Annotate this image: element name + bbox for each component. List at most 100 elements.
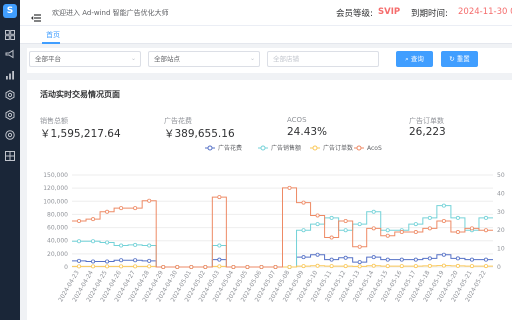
y-left-tick-label: 0: [64, 264, 68, 271]
series-point: [399, 264, 404, 269]
series-point: [217, 243, 222, 248]
dashboard-card: 活动实时交易情况页面 销售总额 ￥1,595,217.64 广告花费 ￥389,…: [27, 80, 512, 320]
menu-toggle-icon[interactable]: [31, 8, 41, 22]
y-right-tick-label: 10: [497, 246, 505, 253]
grid-icon[interactable]: [5, 151, 15, 161]
series-point: [483, 264, 488, 269]
series-point: [469, 257, 474, 262]
refresh-icon: ↻: [449, 55, 455, 63]
series-point: [455, 263, 460, 268]
series-point: [469, 264, 474, 269]
series-point: [413, 222, 418, 227]
series-point: [105, 240, 110, 245]
series-point: [91, 239, 96, 244]
series-point: [245, 264, 250, 269]
series-point: [385, 228, 390, 233]
series-point: [203, 264, 208, 269]
legend-marker: [356, 145, 362, 151]
y-left-tick-label: 20,000: [47, 251, 68, 258]
y-right-tick-label: 20: [497, 227, 505, 234]
series-point: [105, 264, 110, 269]
expire-time-value: 2024-11-30 00:10: [458, 7, 512, 17]
series-point: [133, 264, 138, 269]
series-point: [357, 244, 362, 249]
series-point: [441, 252, 446, 257]
series-point: [357, 222, 362, 227]
settings-icon[interactable]: [5, 90, 15, 100]
legend-label: AcoS: [367, 145, 382, 152]
legend-marker: [260, 145, 266, 151]
series-point: [119, 243, 124, 248]
series-point: [119, 264, 124, 269]
series-point: [91, 217, 96, 222]
series-point: [315, 252, 320, 257]
series-point: [315, 213, 320, 218]
series-point: [399, 230, 404, 235]
series-point: [427, 256, 432, 261]
series-point: [77, 264, 82, 269]
series-point: [441, 263, 446, 268]
series-point: [161, 264, 166, 269]
series-point: [343, 218, 348, 223]
series-point: [357, 260, 362, 265]
series-point: [301, 228, 306, 233]
series-point: [343, 264, 348, 269]
y-left-tick-label: 150,000: [43, 172, 68, 179]
series-point: [119, 258, 124, 263]
series-point: [189, 264, 194, 269]
tab-home[interactable]: 首页: [46, 30, 60, 40]
series-point: [175, 264, 180, 269]
series-point: [147, 198, 152, 203]
series-point: [77, 258, 82, 263]
y-right-tick-label: 50: [497, 172, 505, 179]
series-point: [147, 264, 152, 269]
series-point: [287, 264, 292, 269]
y-left-tick-label: 120,000: [43, 185, 68, 192]
site-select[interactable]: 全部站点 ⌄: [148, 51, 260, 67]
series-point: [217, 264, 222, 269]
series-point: [441, 218, 446, 223]
series-point: [105, 259, 110, 264]
series-point: [483, 215, 488, 220]
search-button[interactable]: ⌕ 查询: [396, 51, 433, 67]
series-point: [259, 264, 264, 269]
series-point: [217, 195, 222, 200]
series-point: [301, 255, 306, 260]
megaphone-icon[interactable]: [5, 49, 15, 59]
series-point: [427, 263, 432, 268]
target-icon[interactable]: [5, 130, 15, 140]
series-point: [133, 258, 138, 263]
series-point: [147, 243, 152, 248]
series-point: [483, 257, 488, 262]
series-point: [133, 206, 138, 211]
reset-button-label: 重置: [456, 55, 470, 63]
settings-alt-icon[interactable]: [5, 110, 15, 120]
series-point: [357, 264, 362, 269]
series-point: [105, 209, 110, 214]
series-point: [119, 206, 124, 211]
dashboard-icon[interactable]: [5, 30, 15, 40]
sidebar: S: [0, 0, 20, 320]
trend-chart: 0 20,000 40,000 60,000 80,000 100,000 120,000 1…: [43, 144, 505, 303]
tab-bar: 首页: [20, 26, 512, 44]
series-point: [329, 264, 334, 269]
series-point: [371, 226, 376, 231]
chevron-down-icon: ⌄: [249, 55, 255, 62]
top-header: 欢迎进入 Ad-wind 智能广告优化大师 会员等级: SVIP 到期时间: 2…: [20, 0, 512, 26]
series-point: [483, 228, 488, 233]
series-point: [273, 264, 278, 269]
member-level-label: 会员等级:: [336, 9, 373, 19]
series-point: [455, 256, 460, 261]
chevron-down-icon: ⌄: [130, 55, 136, 62]
member-level-value: SVIP: [378, 7, 401, 17]
legend-marker: [312, 145, 318, 151]
series-point: [231, 264, 236, 269]
bar-chart-icon[interactable]: [5, 70, 15, 80]
reset-button[interactable]: ↻ 重置: [441, 51, 478, 67]
series-point: [315, 263, 320, 268]
shop-input[interactable]: 全部店铺: [267, 51, 379, 67]
series-point: [455, 215, 460, 220]
expire-time-label: 到期时间:: [411, 9, 448, 19]
series-point: [441, 203, 446, 208]
platform-select[interactable]: 全部平台 ⌄: [29, 51, 141, 67]
